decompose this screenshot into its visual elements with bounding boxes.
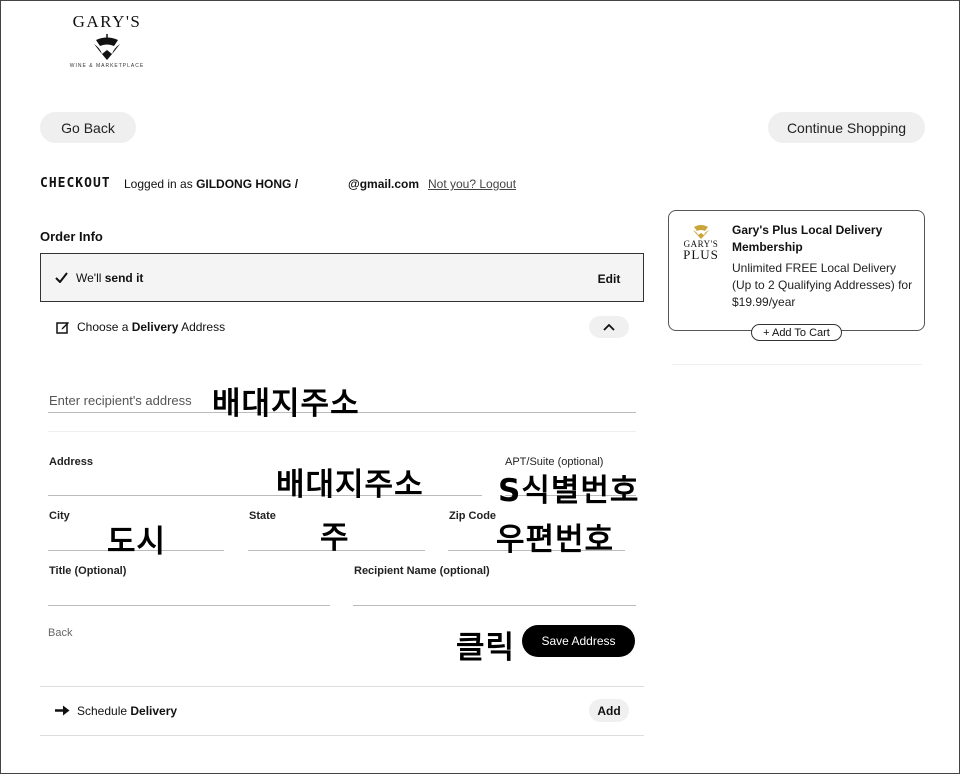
bottom-divider	[40, 735, 644, 736]
apt-annotation: S식별번호	[498, 473, 640, 509]
edit-icon	[56, 322, 69, 334]
membership-description: Unlimited FREE Local Delivery (Up to 2 Q…	[732, 261, 913, 309]
garys-plus-logo: GARY'S PLUS	[680, 223, 722, 262]
section-divider	[40, 686, 644, 687]
vine-leaf-icon	[94, 34, 120, 60]
choose-prefix: Choose a	[77, 320, 132, 334]
state-annotation: 주	[320, 520, 350, 556]
city-annotation: 도시	[107, 524, 167, 560]
choose-address-label: Choose a Delivery Address	[77, 320, 225, 334]
title-input[interactable]	[48, 580, 330, 606]
logo-wordmark: GARY'S	[72, 12, 142, 31]
choose-suffix: Address	[178, 320, 226, 334]
go-back-button[interactable]: Go Back	[40, 112, 136, 143]
logo-tagline: WINE & MARKETPLACE	[69, 63, 145, 69]
choose-bold: Delivery	[131, 320, 179, 334]
order-info-heading: Order Info	[40, 229, 103, 244]
address-annotation: 배대지주소	[276, 467, 424, 503]
plus-logo-bottom: PLUS	[683, 247, 719, 262]
recipient-name-input[interactable]	[353, 580, 636, 606]
send-it-label: We'll send it	[76, 271, 143, 285]
add-schedule-button[interactable]: Add	[589, 699, 629, 722]
state-label: State	[249, 510, 276, 522]
save-address-button[interactable]: Save Address	[522, 625, 635, 657]
continue-shopping-button[interactable]: Continue Shopping	[768, 112, 925, 143]
sidebar-divider	[672, 364, 922, 365]
click-annotation: 클릭	[456, 630, 516, 666]
membership-title: Gary's Plus Local Delivery Membership	[732, 223, 883, 254]
zip-label: Zip Code	[449, 510, 497, 522]
checkout-title: CHECKOUT	[40, 176, 111, 191]
logout-link[interactable]: Not you? Logout	[428, 177, 516, 191]
zip-annotation: 우편번호	[496, 522, 615, 558]
logged-in-prefix: Logged in as	[124, 177, 197, 191]
user-name: GILDONG HONG /	[196, 177, 299, 191]
chevron-up-icon	[603, 323, 615, 331]
logged-in-info: Logged in as GILDONG HONG /	[124, 177, 298, 191]
add-to-cart-button[interactable]: + Add To Cart	[751, 324, 842, 341]
user-email: @gmail.com	[348, 177, 420, 191]
address-label: Address	[49, 456, 94, 468]
send-bold: send it	[104, 271, 144, 285]
send-prefix: We'll	[76, 271, 105, 285]
field-divider	[48, 431, 636, 432]
collapse-button[interactable]	[589, 316, 629, 338]
recipient-address-annotation: 배대지주소	[212, 386, 360, 422]
schedule-prefix: Schedule	[77, 704, 131, 718]
checkmark-icon	[55, 272, 68, 283]
edit-button[interactable]: Edit	[592, 270, 626, 288]
arrow-right-icon	[55, 705, 70, 716]
gold-leaf-icon	[693, 225, 709, 239]
recipient-name-label: Recipient Name (optional)	[354, 565, 490, 577]
recipient-address-placeholder: Enter recipient's address	[49, 393, 192, 408]
back-link[interactable]: Back	[48, 627, 72, 639]
schedule-bold: Delivery	[130, 704, 178, 718]
gary-logo[interactable]: GARY'S WINE & MARKETPLACE	[62, 10, 152, 72]
city-label: City	[49, 510, 70, 522]
title-label: Title (Optional)	[49, 565, 127, 577]
schedule-delivery-label: Schedule Delivery	[77, 704, 177, 718]
